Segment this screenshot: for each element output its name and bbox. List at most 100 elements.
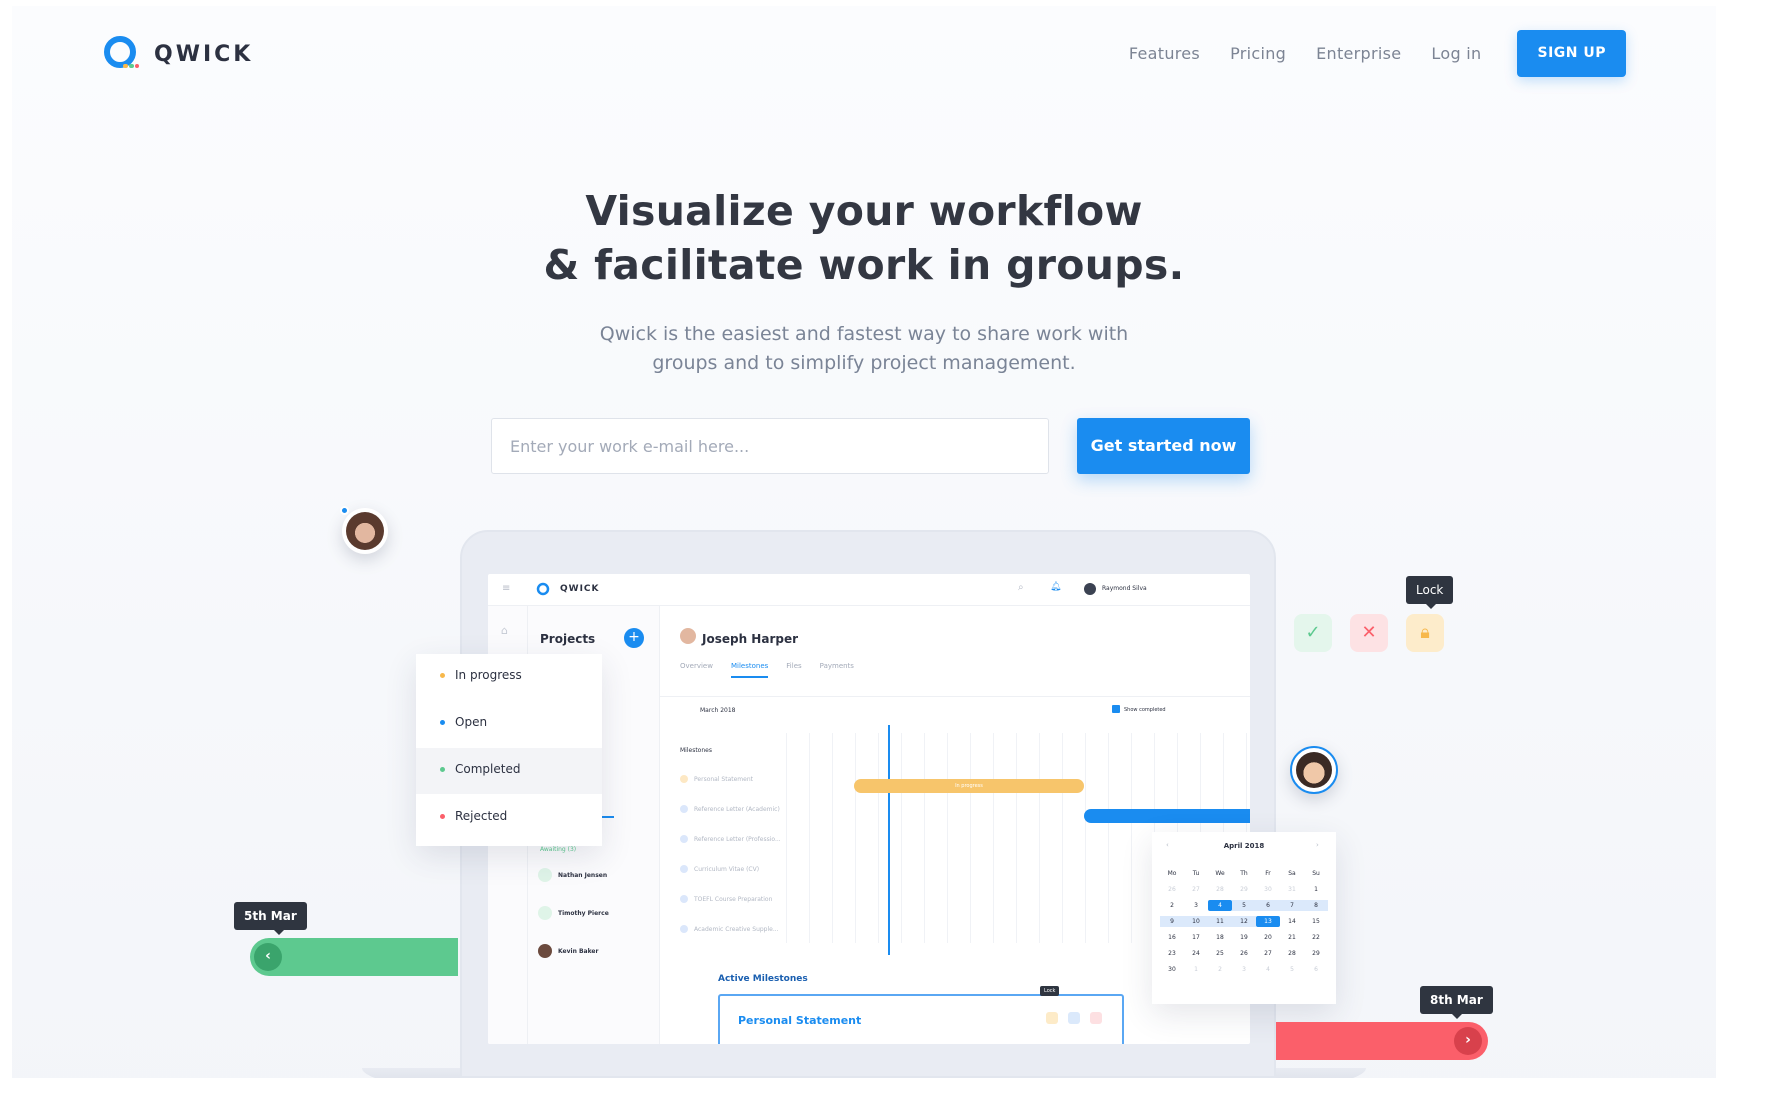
calendar-day[interactable]: 28 [1280, 948, 1304, 959]
chevron-right-icon[interactable]: › [1316, 841, 1319, 849]
calendar-day[interactable]: 10 [1184, 916, 1208, 927]
show-completed-label: Show completed [1124, 707, 1166, 713]
calendar-day[interactable]: 11 [1208, 916, 1232, 927]
tab-payments[interactable]: Payments [820, 662, 854, 678]
calendar-day[interactable]: 31 [1280, 884, 1304, 895]
calendar-day[interactable]: 30 [1160, 964, 1184, 975]
calendar-weekday: Fr [1265, 870, 1271, 877]
status-dropdown: In progress Open Completed Rejected [416, 654, 602, 846]
calendar-day[interactable]: 17 [1184, 932, 1208, 943]
list-item[interactable]: Kevin Baker [538, 944, 598, 958]
milestone-row[interactable]: Reference Letter (Professio... [680, 835, 781, 843]
calendar-day[interactable]: 5 [1280, 964, 1304, 975]
brand-logo[interactable]: QWICK [102, 34, 253, 74]
calendar-day[interactable]: 30 [1256, 884, 1280, 895]
hero-title: Visualize your workflow & facilitate wor… [12, 184, 1716, 292]
list-item[interactable]: Nathan Jensen [538, 868, 607, 882]
qwick-logo-icon [536, 582, 550, 596]
calendar-day[interactable]: 5 [1232, 900, 1256, 911]
calendar-day[interactable]: 3 [1232, 964, 1256, 975]
home-icon[interactable]: ⌂ [501, 624, 508, 637]
add-project-button[interactable]: + [624, 628, 644, 648]
menu-icon: ≡ [502, 583, 511, 594]
calendar-day[interactable]: 20 [1256, 932, 1280, 943]
lock-icon[interactable]: 🔒︎ [1406, 614, 1444, 652]
app-brand-name: QWICK [560, 584, 600, 594]
nav-pricing[interactable]: Pricing [1230, 44, 1286, 63]
status-open[interactable]: Open [440, 715, 487, 729]
list-item[interactable]: Timothy Pierce [538, 906, 609, 920]
calendar-day[interactable]: 2 [1208, 964, 1232, 975]
approve-icon[interactable]: ✓ [1294, 614, 1332, 652]
calendar-day[interactable]: 18 [1208, 932, 1232, 943]
start-date-tooltip: 5th Mar [234, 902, 307, 930]
calendar-day[interactable]: 26 [1160, 884, 1184, 895]
edit-icon[interactable] [1068, 1012, 1080, 1024]
calendar-day[interactable]: 16 [1160, 932, 1184, 943]
end-date-tooltip: 8th Mar [1420, 986, 1493, 1014]
show-completed-checkbox[interactable] [1112, 705, 1120, 713]
milestone-row[interactable]: Academic Creative Supple... [680, 925, 779, 933]
calendar-day[interactable]: 8 [1304, 900, 1328, 911]
status-rejected[interactable]: Rejected [440, 809, 507, 823]
calendar-day[interactable]: 7 [1280, 900, 1304, 911]
bar-label: In progress [955, 783, 983, 789]
calendar-day[interactable]: 6 [1304, 964, 1328, 975]
status-completed[interactable]: Completed [440, 762, 520, 776]
projects-title: Projects [540, 632, 596, 646]
tab-files[interactable]: Files [786, 662, 801, 678]
calendar-day[interactable]: 29 [1232, 884, 1256, 895]
calendar-day[interactable]: 6 [1256, 900, 1280, 911]
calendar-day[interactable]: 13 [1256, 916, 1280, 927]
calendar-day[interactable]: 4 [1256, 964, 1280, 975]
general-bar[interactable] [1084, 809, 1250, 823]
lock-icon[interactable] [1046, 1012, 1058, 1024]
calendar-day[interactable]: 1 [1304, 884, 1328, 895]
get-started-button[interactable]: Get started now [1077, 418, 1250, 474]
calendar-weekday: We [1215, 870, 1225, 877]
calendar-day[interactable]: 4 [1208, 900, 1232, 911]
email-input[interactable] [491, 418, 1049, 474]
calendar-day[interactable]: 23 [1160, 948, 1184, 959]
status-in-progress[interactable]: In progress [440, 668, 522, 682]
calendar-day[interactable]: 25 [1208, 948, 1232, 959]
calendar-day[interactable]: 9 [1160, 916, 1184, 927]
calendar-day[interactable]: 12 [1232, 916, 1256, 927]
calendar-day[interactable]: 26 [1232, 948, 1256, 959]
chevron-right-icon[interactable]: › [1454, 1027, 1482, 1055]
in-progress-bar[interactable]: In progress [854, 779, 1084, 793]
app-user-name[interactable]: Raymond Silva [1102, 585, 1147, 592]
hero-subtitle-line-1: Qwick is the easiest and fastest way to … [599, 323, 1129, 345]
nav-features[interactable]: Features [1129, 44, 1200, 63]
delete-icon[interactable] [1090, 1012, 1102, 1024]
milestone-row[interactable]: Reference Letter (Academic) [680, 805, 780, 813]
milestone-row[interactable]: TOEFL Course Preparation [680, 895, 772, 903]
calendar-day[interactable]: 29 [1304, 948, 1328, 959]
calendar-day[interactable]: 3 [1184, 900, 1208, 911]
calendar-day[interactable]: 15 [1304, 916, 1328, 927]
nav-enterprise[interactable]: Enterprise [1316, 44, 1401, 63]
awaiting-label[interactable]: Awaiting (3) [540, 846, 576, 853]
calendar-day[interactable]: 24 [1184, 948, 1208, 959]
calendar-day[interactable]: 27 [1256, 948, 1280, 959]
calendar-day[interactable]: 21 [1280, 932, 1304, 943]
calendar-day[interactable]: 22 [1304, 932, 1328, 943]
calendar-day[interactable]: 2 [1160, 900, 1184, 911]
chevron-left-icon[interactable]: ‹ [254, 943, 282, 971]
month-selector[interactable]: March 2018 [700, 707, 735, 714]
milestone-card[interactable]: Personal Statement Lock [718, 986, 1124, 1044]
calendar-day[interactable]: 28 [1208, 884, 1232, 895]
tab-overview[interactable]: Overview [680, 662, 713, 678]
calendar-day[interactable]: 27 [1184, 884, 1208, 895]
reject-icon[interactable]: ✕ [1350, 614, 1388, 652]
lock-tooltip: Lock [1040, 986, 1060, 996]
calendar-day[interactable]: 19 [1232, 932, 1256, 943]
milestone-row[interactable]: Curriculum Vitae (CV) [680, 865, 759, 873]
nav-login[interactable]: Log in [1431, 44, 1481, 63]
milestone-row[interactable]: Personal Statement [680, 775, 753, 783]
calendar-day[interactable]: 14 [1280, 916, 1304, 927]
tab-milestones[interactable]: Milestones [730, 662, 769, 678]
signup-button[interactable]: SIGN UP [1517, 30, 1626, 77]
active-milestones-title: Active Milestones [718, 974, 808, 984]
calendar-day[interactable]: 1 [1184, 964, 1208, 975]
